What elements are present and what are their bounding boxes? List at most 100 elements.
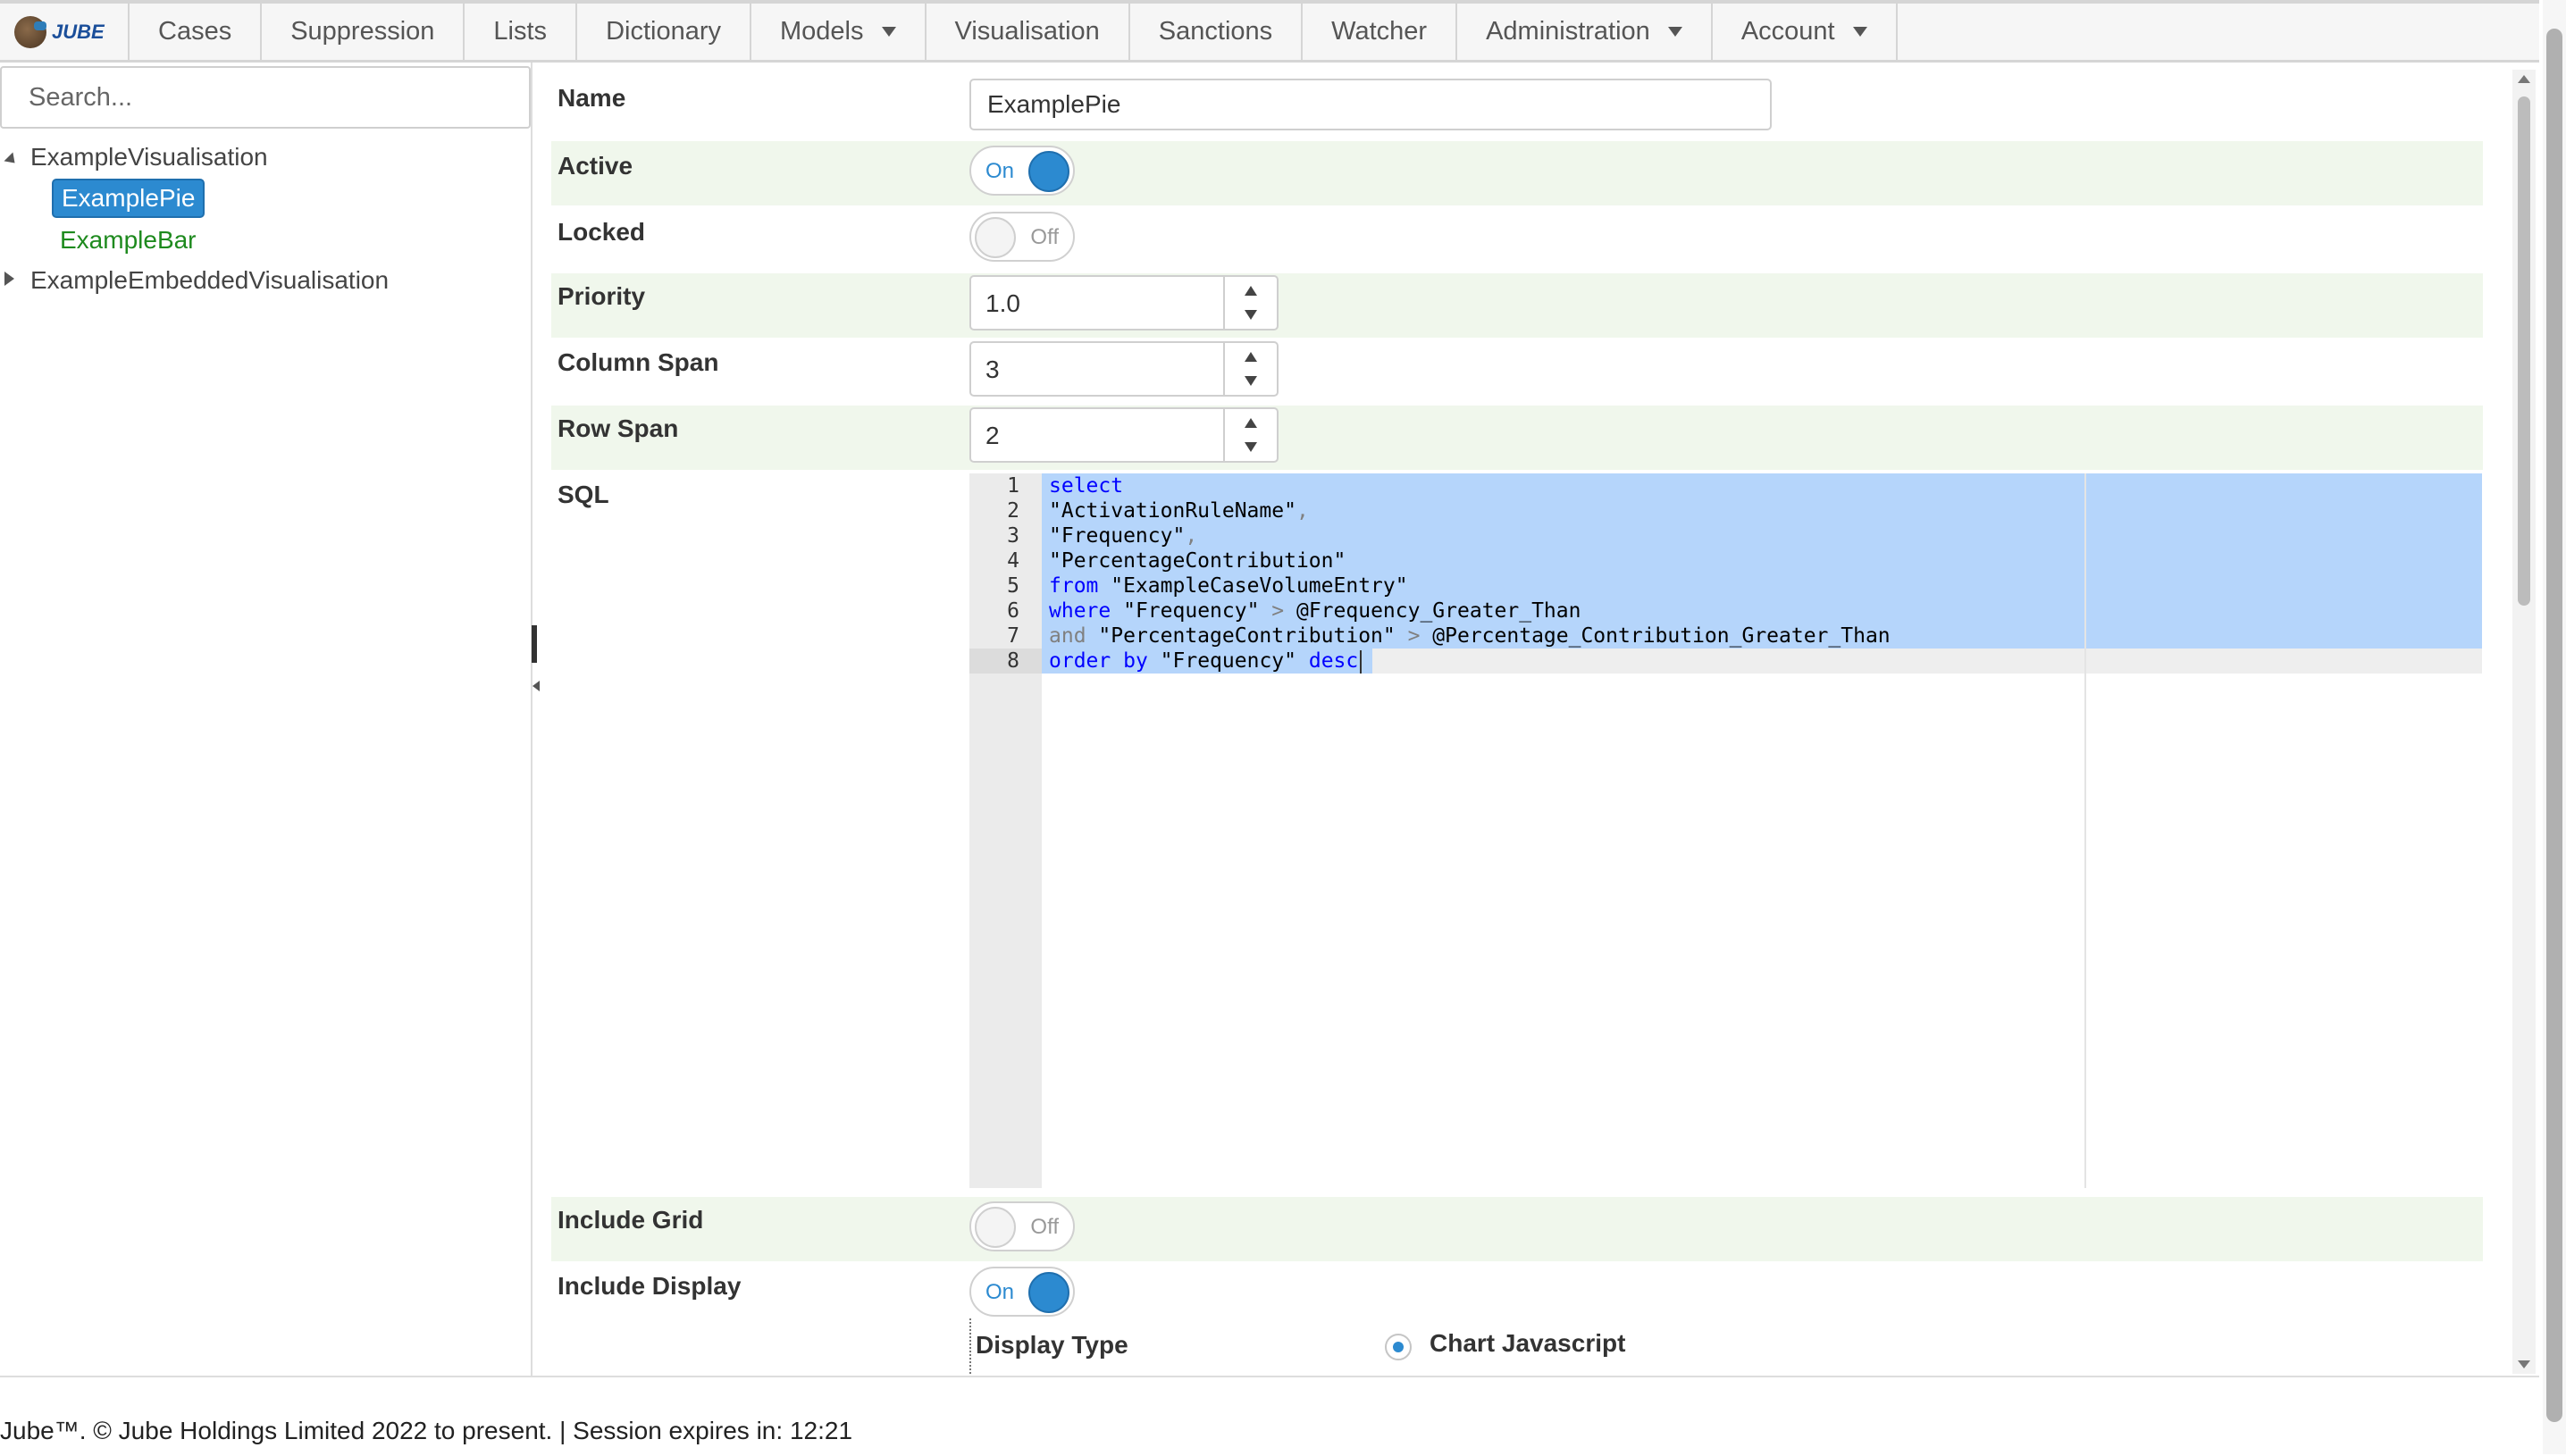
increment-arrow-icon[interactable] (1245, 352, 1257, 362)
nav-sanctions-label: Sanctions (1158, 17, 1273, 46)
active-toggle[interactable]: On (969, 146, 1075, 196)
nav-sanctions[interactable]: Sanctions (1130, 4, 1304, 60)
editor-gutter: 1 2 3 4 5 6 7 8 (969, 473, 1042, 1188)
column-span-row: Column Span (551, 339, 2483, 404)
nav-suppression[interactable]: Suppression (262, 4, 465, 60)
nav-lists-label: Lists (493, 17, 548, 46)
nav-visualisation-label: Visualisation (954, 17, 1100, 46)
nav-cases[interactable]: Cases (130, 4, 263, 60)
footer: Jube™. © Jube Holdings Limited 2022 to p… (0, 1376, 2539, 1456)
sql-label: SQL (558, 481, 609, 508)
row-span-stepper[interactable]: 2 (969, 407, 1279, 463)
priority-stepper[interactable]: 1.0 (969, 275, 1279, 331)
tree-node-exampleembeddedvisualisation[interactable]: ExampleEmbeddedVisualisation (30, 266, 389, 295)
line-number: 1 (1007, 474, 1019, 498)
toggle-knob (1028, 1272, 1069, 1313)
editor-code-area[interactable]: select "ActivationRuleName", "Frequency"… (1042, 473, 2482, 1188)
page-scrollbar[interactable] (2543, 0, 2566, 1454)
row-span-value: 2 (985, 422, 1000, 449)
search-input[interactable] (0, 66, 531, 129)
line-number: 7 (1007, 624, 1019, 648)
priority-stepper-buttons[interactable] (1223, 277, 1277, 329)
scroll-down-arrow-icon[interactable] (2518, 1360, 2530, 1368)
sql-editor[interactable]: 1 2 3 4 5 6 7 8 select "ActivationRuleNa… (969, 473, 2482, 1188)
line-number: 5 (1007, 574, 1019, 598)
jube-logo[interactable]: JUBE (0, 4, 130, 60)
form-scrollbar[interactable] (2512, 70, 2536, 1374)
display-type-label: Display Type (976, 1331, 1128, 1359)
include-grid-row: Include Grid (551, 1197, 2483, 1261)
nav-watcher[interactable]: Watcher (1303, 4, 1458, 60)
tree-node-examplevisualisation[interactable]: ExampleVisualisation (30, 143, 268, 172)
footer-text: Jube™. © Jube Holdings Limited 2022 to p… (0, 1417, 853, 1444)
nav-dictionary-label: Dictionary (606, 17, 721, 46)
column-span-label: Column Span (558, 348, 719, 376)
locked-toggle[interactable]: Off (969, 212, 1075, 262)
tree-node-examplebar[interactable]: ExampleBar (60, 226, 197, 255)
code-line: order by "Frequency" desc (1049, 649, 1363, 674)
toggle-knob (975, 217, 1016, 258)
priority-label: Priority (558, 282, 646, 310)
chevron-down-icon (881, 27, 896, 37)
code-line: select (1049, 474, 1124, 498)
scroll-up-arrow-icon[interactable] (2518, 75, 2530, 83)
left-panel: ExampleVisualisation ExamplePie ExampleB… (0, 63, 532, 1376)
code-line: "ActivationRuleName", (1049, 499, 1309, 523)
panel-splitter-handle[interactable] (532, 625, 537, 663)
nav-administration[interactable]: Administration (1457, 4, 1713, 60)
include-grid-label: Include Grid (558, 1206, 704, 1234)
increment-arrow-icon[interactable] (1245, 286, 1257, 296)
code-line: "Frequency", (1049, 524, 1198, 548)
code-line: where "Frequency" > @Frequency_Greater_T… (1049, 599, 1581, 623)
collapse-panel-icon[interactable] (532, 681, 540, 691)
nav-account[interactable]: Account (1713, 4, 1898, 60)
include-display-label: Include Display (558, 1272, 742, 1300)
chart-javascript-radio-label[interactable]: Chart Javascript (1430, 1329, 1625, 1358)
toggle-knob (1028, 151, 1069, 192)
jube-logo-text: JUBE (52, 20, 105, 43)
nav-lists[interactable]: Lists (465, 4, 578, 60)
toggle-knob (975, 1207, 1016, 1248)
page-scrollbar-thumb[interactable] (2546, 29, 2562, 1422)
display-type-fieldset-border (969, 1318, 973, 1374)
chart-javascript-radio[interactable] (1385, 1334, 1412, 1360)
increment-arrow-icon[interactable] (1245, 418, 1257, 428)
include-display-toggle[interactable]: On (969, 1267, 1075, 1317)
column-span-value: 3 (985, 356, 1000, 383)
line-number: 2 (1007, 499, 1019, 523)
nav-account-label: Account (1740, 17, 1835, 46)
print-margin (2084, 473, 2086, 1188)
decrement-arrow-icon[interactable] (1245, 310, 1257, 320)
decrement-arrow-icon[interactable] (1245, 442, 1257, 452)
row-span-row: Row Span (551, 406, 2483, 470)
column-span-stepper-buttons[interactable] (1223, 343, 1277, 395)
locked-toggle-state: Off (1030, 225, 1059, 249)
line-number: 3 (1007, 524, 1019, 548)
nav-watcher-label: Watcher (1331, 17, 1428, 46)
line-number: 8 (1007, 649, 1019, 673)
name-input[interactable] (969, 79, 1772, 130)
nav-cases-label: Cases (158, 17, 232, 46)
expanded-triangle-icon[interactable] (4, 152, 20, 168)
jube-logo-icon (14, 15, 46, 48)
tree-node-examplepie[interactable]: ExamplePie (52, 179, 205, 218)
nav-dictionary[interactable]: Dictionary (577, 4, 751, 60)
locked-label: Locked (558, 218, 646, 246)
active-line-highlight (1372, 649, 2482, 674)
column-span-stepper[interactable]: 3 (969, 341, 1279, 397)
locked-row: Locked (551, 207, 2483, 272)
form-scrollbar-thumb[interactable] (2518, 96, 2530, 606)
active-row: Active (551, 141, 2483, 205)
nav-visualisation[interactable]: Visualisation (927, 4, 1130, 60)
include-display-toggle-state: On (985, 1280, 1015, 1304)
text-cursor (1360, 649, 1363, 674)
collapsed-triangle-icon[interactable] (4, 272, 14, 286)
nav-models[interactable]: Models (751, 4, 927, 60)
code-line: from "ExampleCaseVolumeEntry" (1049, 574, 1408, 598)
row-span-stepper-buttons[interactable] (1223, 409, 1277, 461)
active-label: Active (558, 152, 633, 180)
name-label: Name (558, 84, 626, 112)
chevron-down-icon (1852, 27, 1867, 37)
include-grid-toggle[interactable]: Off (969, 1201, 1075, 1251)
decrement-arrow-icon[interactable] (1245, 376, 1257, 386)
